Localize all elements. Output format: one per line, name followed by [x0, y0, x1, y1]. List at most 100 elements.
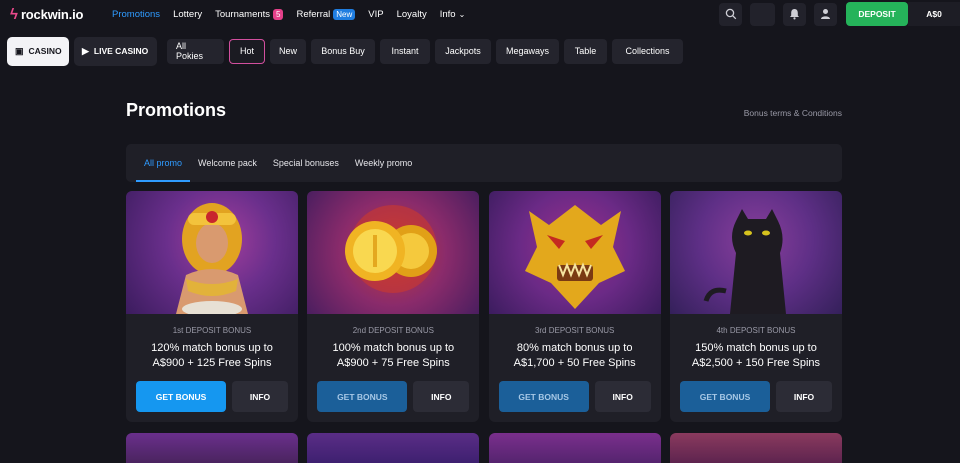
promo-card: 2nd DEPOSIT BONUS 100% match bonus up to…: [307, 191, 480, 422]
bonus-description: 120% match bonus up to A$900 + 125 Free …: [126, 341, 298, 371]
promo-card-preview[interactable]: [488, 433, 661, 463]
tab-all-promo[interactable]: All promo: [136, 144, 191, 182]
panther-illustration: [703, 209, 786, 314]
nav-label: Lottery: [173, 8, 203, 20]
tab-weekly-promo[interactable]: Weekly promo: [347, 144, 420, 182]
nav-loyalty[interactable]: Loyalty: [397, 9, 427, 20]
search-button[interactable]: [719, 2, 742, 26]
info-button[interactable]: INFO: [775, 381, 832, 412]
tab-welcome-pack[interactable]: Welcome pack: [190, 144, 265, 182]
bonus-description: 150% match bonus up to A$2,500 + 150 Fre…: [670, 341, 842, 371]
search-icon: [725, 8, 736, 20]
chip-megaways[interactable]: Megaways: [496, 38, 559, 64]
casino-mode-label: CASINO: [28, 46, 62, 56]
promo-cards: 1st DEPOSIT BONUS 120% match bonus up to…: [126, 191, 842, 422]
info-button[interactable]: INFO: [413, 381, 470, 412]
bonus-description-line1: 100% match bonus up to: [332, 342, 455, 354]
nav-label: Promotions: [112, 8, 161, 20]
bolt-icon: ϟ: [10, 5, 18, 23]
bell-icon: [790, 9, 799, 20]
balance-display[interactable]: A$0: [908, 2, 960, 26]
chip-hot[interactable]: Hot: [229, 38, 265, 64]
profile-button[interactable]: [814, 2, 837, 26]
referral-badge: New: [333, 8, 356, 20]
dragon-mask-image: [488, 191, 661, 314]
chip-collections[interactable]: Collections: [612, 38, 683, 64]
deposit-button[interactable]: DEPOSIT: [846, 2, 908, 26]
deposit-bonus-label: 2nd DEPOSIT BONUS: [352, 326, 434, 335]
info-button[interactable]: INFO: [232, 381, 288, 412]
nav-tournaments[interactable]: Tournaments 5: [215, 8, 284, 20]
top-bar: ϟ rockwin.io Promotions Lottery Tourname…: [0, 0, 960, 28]
chevron-down-icon: ⌄: [458, 9, 466, 19]
bonus-description: 80% match bonus up to A$1,700 + 50 Free …: [489, 341, 661, 371]
nav-promotions[interactable]: Promotions: [112, 9, 160, 20]
bonus-description-line2: A$1,700 + 50 Free Spins: [513, 357, 636, 369]
category-chips: All Pokies Hot New Bonus Buy Instant Jac…: [167, 38, 688, 64]
page-title: Promotions: [126, 100, 227, 120]
chip-table[interactable]: Table: [564, 38, 607, 64]
chip-bonus-buy[interactable]: Bonus Buy: [311, 38, 375, 64]
coins-illustration: [345, 205, 438, 293]
card-buttons: GET BONUS INFO: [317, 381, 470, 412]
bonus-description-line2: A$2,500 + 150 Free Spins: [691, 357, 821, 369]
live-casino-mode-label: LIVE CASINO: [93, 46, 149, 56]
nav-lottery[interactable]: Lottery: [173, 9, 202, 20]
bonus-description-line1: 80% match bonus up to: [516, 342, 633, 354]
bonus-description: 100% match bonus up to A$900 + 75 Free S…: [307, 341, 479, 371]
logo[interactable]: ϟ rockwin.io: [10, 6, 106, 23]
get-bonus-button[interactable]: GET BONUS: [136, 381, 226, 412]
chip-new[interactable]: New: [270, 38, 306, 64]
card-buttons: GET BONUS INFO: [498, 381, 651, 412]
tab-special-bonuses[interactable]: Special bonuses: [265, 144, 347, 182]
casino-icon: ▣: [15, 45, 24, 56]
get-bonus-button[interactable]: GET BONUS: [317, 381, 408, 412]
bonus-description-line2: A$900 + 125 Free Spins: [152, 357, 272, 369]
promo-card-preview[interactable]: [669, 433, 842, 463]
notifications-button[interactable]: [783, 2, 806, 26]
promo-card-preview[interactable]: [126, 433, 298, 463]
cleopatra-illustration: [176, 203, 248, 317]
card-buttons: GET BONUS INFO: [136, 381, 288, 412]
bonus-description-line1: 120% match bonus up to: [151, 342, 273, 354]
panther-image: [669, 191, 842, 314]
chip-instant[interactable]: Instant: [380, 38, 430, 64]
play-icon: ▶: [82, 45, 89, 56]
nav-referral[interactable]: Referral New: [296, 8, 356, 20]
cleopatra-image: [126, 191, 298, 317]
category-bar: ▣ CASINO ▶ LIVE CASINO All Pokies Hot Ne…: [0, 36, 960, 66]
bonus-description-line2: A$900 + 75 Free Spins: [336, 357, 450, 369]
nav-label: VIP: [368, 8, 384, 20]
promo-tabs: All promo Welcome pack Special bonuses W…: [126, 144, 842, 182]
dragon-mask-illustration: [524, 205, 625, 309]
header-actions: DEPOSIT A$0: [719, 2, 960, 26]
blank-button[interactable]: [750, 2, 775, 26]
deposit-bonus-label: 3rd DEPOSIT BONUS: [534, 326, 615, 335]
promo-card-preview[interactable]: [307, 433, 480, 463]
nav-label: Info: [439, 8, 456, 20]
promo-card: 4th DEPOSIT BONUS 150% match bonus up to…: [669, 191, 842, 422]
deposit-bonus-label: 4th DEPOSIT BONUS: [716, 326, 796, 335]
terms-link[interactable]: Bonus terms & Conditions: [744, 108, 842, 118]
info-button[interactable]: INFO: [594, 381, 651, 412]
chip-all-pokies[interactable]: All Pokies: [167, 38, 224, 64]
nav-label: Referral: [296, 8, 331, 20]
promo-card: 3rd DEPOSIT BONUS 80% match bonus up to …: [488, 191, 661, 422]
tournaments-badge: 5: [273, 8, 284, 20]
nav-vip[interactable]: VIP: [368, 9, 383, 20]
nav-info[interactable]: Info ⌄: [440, 9, 466, 20]
live-casino-mode-button[interactable]: ▶ LIVE CASINO: [74, 36, 157, 66]
bonus-description-line1: 150% match bonus up to: [695, 342, 817, 354]
deposit-bonus-label: 1st DEPOSIT BONUS: [172, 326, 252, 335]
brand-name: rockwin.io: [20, 6, 84, 22]
casino-mode-button[interactable]: ▣ CASINO: [7, 36, 69, 66]
next-promo-row: [126, 433, 842, 463]
nav-label: Tournaments: [215, 8, 271, 20]
top-nav: Promotions Lottery Tournaments 5 Referral…: [112, 8, 478, 20]
card-buttons: GET BONUS INFO: [679, 381, 832, 412]
chip-jackpots[interactable]: Jackpots: [435, 38, 491, 64]
get-bonus-button[interactable]: GET BONUS: [498, 381, 589, 412]
user-icon: [821, 9, 830, 19]
get-bonus-button[interactable]: GET BONUS: [679, 381, 770, 412]
nav-label: Loyalty: [396, 8, 427, 20]
